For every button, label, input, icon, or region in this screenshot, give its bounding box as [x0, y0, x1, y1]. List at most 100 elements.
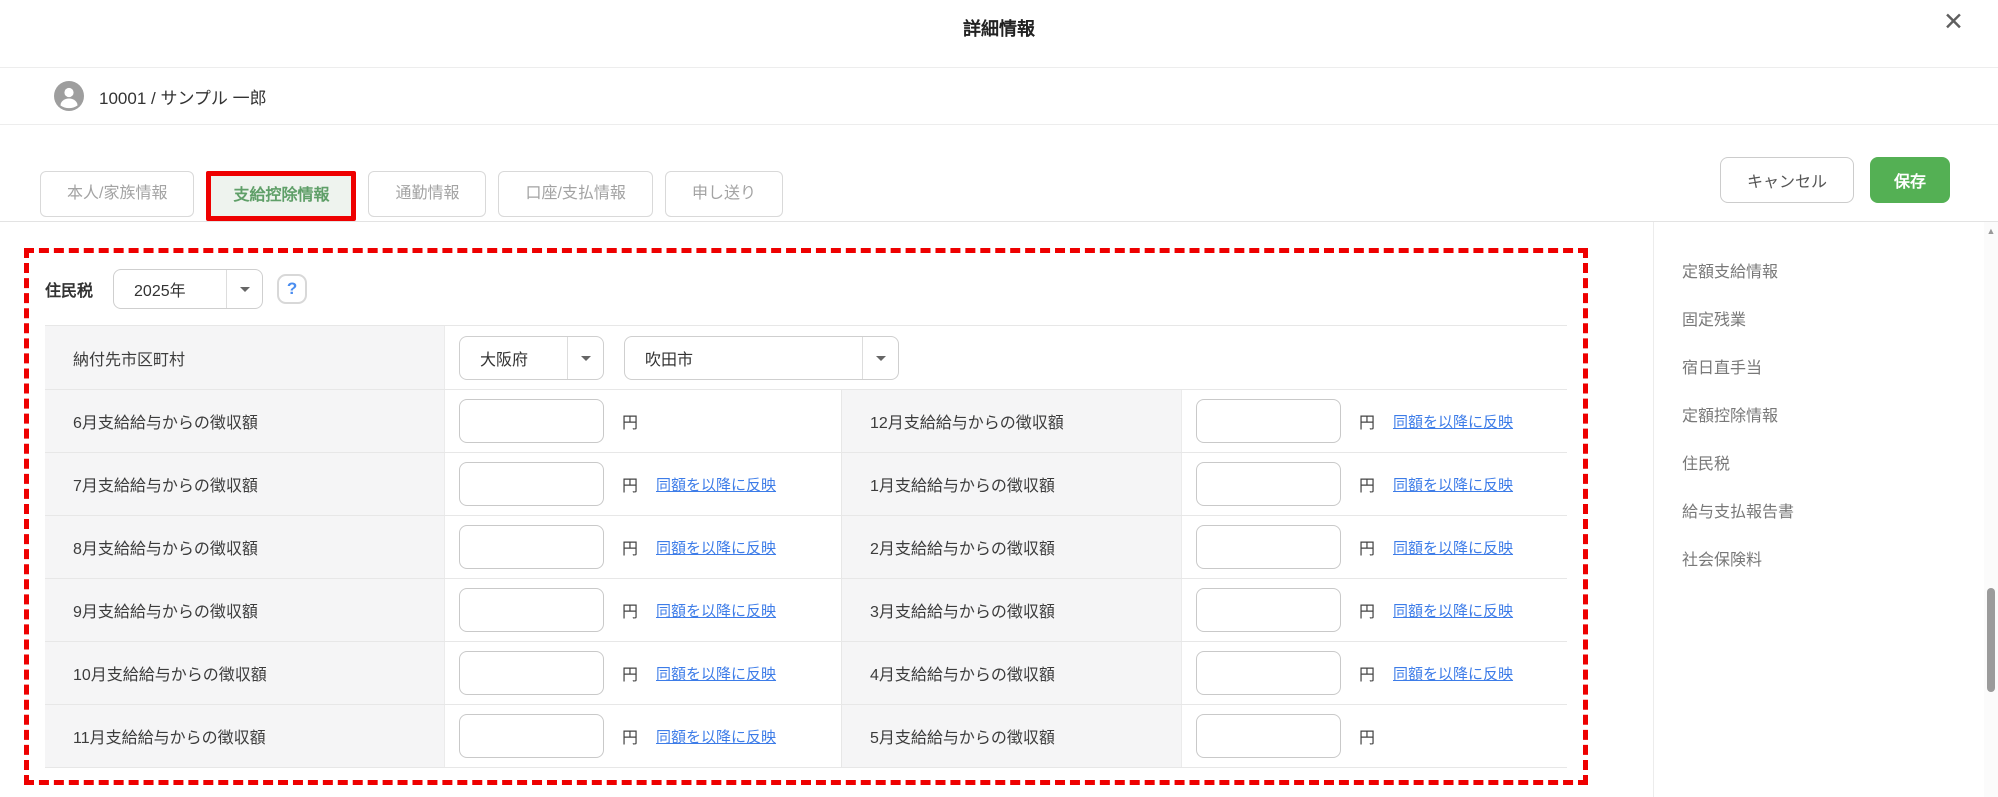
annotation-dashed-box: 住民税 2025年 ? 納付先市区町村 大阪府 吹田市 6月支給給与からの徴収額… [24, 248, 1588, 785]
action-buttons: キャンセル 保存 [1719, 157, 1950, 203]
copy-forward-link-left[interactable]: 同額を以降に反映 [656, 537, 776, 558]
amount-input-left[interactable] [459, 399, 604, 443]
row-input-cell-right: 円 同額を以降に反映 [1182, 579, 1567, 641]
unit-label: 円 [622, 730, 639, 747]
amount-input-right[interactable] [1196, 588, 1341, 632]
row-label-left: 11月支給給与からの徴収額 [45, 705, 445, 767]
tax-table-row: 9月支給給与からの徴収額 円 同額を以降に反映 3月支給給与からの徴収額 円 同… [45, 579, 1567, 642]
form-area: 住民税 2025年 ? 納付先市区町村 大阪府 吹田市 6月支給給与からの徴収額… [0, 222, 1653, 797]
copy-forward-link-left[interactable]: 同額を以降に反映 [656, 600, 776, 621]
scrollbar[interactable]: ▲ [1984, 222, 1998, 797]
copy-forward-link-right[interactable]: 同額を以降に反映 [1393, 600, 1513, 621]
save-button[interactable]: 保存 [1869, 157, 1950, 203]
copy-forward-link-right[interactable]: 同額を以降に反映 [1393, 411, 1513, 432]
help-icon[interactable]: ? [277, 274, 308, 304]
row-label-right: 12月支給給与からの徴収額 [842, 390, 1182, 452]
row-input-cell-left: 円 同額を以降に反映 [445, 705, 842, 767]
row-input-cell-left: 円 同額を以降に反映 [445, 390, 842, 452]
tax-table-row: 8月支給給与からの徴収額 円 同額を以降に反映 2月支給給与からの徴収額 円 同… [45, 516, 1567, 579]
modal-title: 詳細情報 [963, 19, 1035, 39]
side-nav-item[interactable]: 給与支払報告書 [1682, 486, 1984, 534]
tax-table-row: 6月支給給与からの徴収額 円 同額を以降に反映 12月支給給与からの徴収額 円 … [45, 390, 1567, 453]
row-label-right: 2月支給給与からの徴収額 [842, 516, 1182, 578]
row-input-cell-left: 円 同額を以降に反映 [445, 579, 842, 641]
amount-input-right[interactable] [1196, 525, 1341, 569]
unit-label: 円 [1359, 478, 1376, 495]
tab-bar: 本人/家族情報 支給控除情報 通勤情報 口座/支払情報 申し送り キャンセル 保存 [0, 125, 1998, 222]
copy-forward-link-right[interactable]: 同額を以降に反映 [1393, 474, 1513, 495]
resident-tax-section-label: 住民税 [45, 283, 94, 300]
cancel-button[interactable]: キャンセル [1719, 157, 1854, 203]
copy-forward-link-right[interactable]: 同額を以降に反映 [1393, 537, 1513, 558]
row-input-cell-right: 円 同額を以降に反映 [1182, 453, 1567, 515]
employee-bar: 10001 / サンプル 一郎 [0, 68, 1998, 125]
row-label-left: 7月支給給与からの徴収額 [45, 453, 445, 515]
tab-2[interactable]: 通勤情報 [368, 171, 487, 217]
side-nav-item[interactable]: 固定残業 [1682, 294, 1984, 342]
unit-label: 円 [622, 541, 639, 558]
side-nav-item[interactable]: 社会保険料 [1682, 534, 1984, 582]
row-input-cell-right: 円 同額を以降に反映 [1182, 390, 1567, 452]
row-input-cell-left: 円 同額を以降に反映 [445, 642, 842, 704]
side-nav-item[interactable]: 定額控除情報 [1682, 390, 1984, 438]
tab-1-active[interactable]: 支給控除情報 [206, 171, 357, 221]
unit-label: 円 [1359, 604, 1376, 621]
unit-label: 円 [622, 667, 639, 684]
amount-input-left[interactable] [459, 714, 604, 758]
unit-label: 円 [622, 478, 639, 495]
resident-tax-table: 納付先市区町村 大阪府 吹田市 6月支給給与からの徴収額 円 12月支給給与から… [45, 325, 1567, 768]
chevron-down-icon [226, 270, 262, 308]
tax-year-select[interactable]: 2025年 [113, 269, 264, 309]
side-nav-item[interactable]: 住民税 [1682, 438, 1984, 486]
unit-label: 円 [622, 604, 639, 621]
employee-name: 10001 / サンプル 一郎 [99, 88, 267, 108]
city-value: 吹田市 [645, 351, 694, 369]
row-input-cell-left: 円 同額を以降に反映 [445, 453, 842, 515]
copy-forward-link-left[interactable]: 同額を以降に反映 [656, 474, 776, 495]
unit-label: 円 [1359, 667, 1376, 684]
close-icon[interactable]: ✕ [1943, 10, 1964, 35]
row-input-cell-right: 円 同額を以降に反映 [1182, 516, 1567, 578]
copy-forward-link-left[interactable]: 同額を以降に反映 [656, 663, 776, 684]
tab-list: 本人/家族情報 支給控除情報 通勤情報 口座/支払情報 申し送り [40, 171, 783, 221]
amount-input-left[interactable] [459, 525, 604, 569]
content-area: 住民税 2025年 ? 納付先市区町村 大阪府 吹田市 6月支給給与からの徴収額… [0, 222, 1998, 797]
municipality-label: 納付先市区町村 [45, 326, 445, 389]
copy-forward-link-left[interactable]: 同額を以降に反映 [656, 726, 776, 747]
row-label-left: 10月支給給与からの徴収額 [45, 642, 445, 704]
row-label-left: 8月支給給与からの徴収額 [45, 516, 445, 578]
side-nav-item[interactable]: 宿日直手当 [1682, 342, 1984, 390]
unit-label: 円 [1359, 541, 1376, 558]
tab-3[interactable]: 口座/支払情報 [498, 171, 653, 217]
row-label-right: 5月支給給与からの徴収額 [842, 705, 1182, 767]
amount-input-right[interactable] [1196, 462, 1341, 506]
prefecture-select[interactable]: 大阪府 [459, 335, 604, 380]
unit-label: 円 [1359, 415, 1376, 432]
amount-input-left[interactable] [459, 462, 604, 506]
scroll-up-icon[interactable]: ▲ [1984, 226, 1998, 236]
resident-tax-year-row: 住民税 2025年 ? [45, 267, 1567, 311]
copy-forward-link-right[interactable]: 同額を以降に反映 [1393, 663, 1513, 684]
amount-input-right[interactable] [1196, 651, 1341, 695]
amount-input-right[interactable] [1196, 714, 1341, 758]
row-input-cell-right: 円 同額を以降に反映 [1182, 642, 1567, 704]
tab-4[interactable]: 申し送り [664, 171, 783, 217]
municipality-selects: 大阪府 吹田市 [445, 326, 1567, 389]
scrollbar-thumb[interactable] [1987, 588, 1995, 692]
amount-input-left[interactable] [459, 651, 604, 695]
tab-0[interactable]: 本人/家族情報 [40, 171, 195, 217]
row-label-left: 6月支給給与からの徴収額 [45, 390, 445, 452]
city-select[interactable]: 吹田市 [624, 335, 899, 380]
unit-label: 円 [1359, 730, 1376, 747]
side-nav-item[interactable]: 定額支給情報 [1682, 246, 1984, 294]
amount-input-right[interactable] [1196, 399, 1341, 443]
row-label-right: 3月支給給与からの徴収額 [842, 579, 1182, 641]
modal-header: 詳細情報 ✕ [0, 0, 1998, 68]
prefecture-value: 大阪府 [480, 351, 529, 369]
amount-input-left[interactable] [459, 588, 604, 632]
unit-label: 円 [622, 415, 639, 432]
user-avatar-icon [54, 81, 84, 111]
tax-table-row: 10月支給給与からの徴収額 円 同額を以降に反映 4月支給給与からの徴収額 円 … [45, 642, 1567, 705]
row-input-cell-left: 円 同額を以降に反映 [445, 516, 842, 578]
row-label-right: 1月支給給与からの徴収額 [842, 453, 1182, 515]
